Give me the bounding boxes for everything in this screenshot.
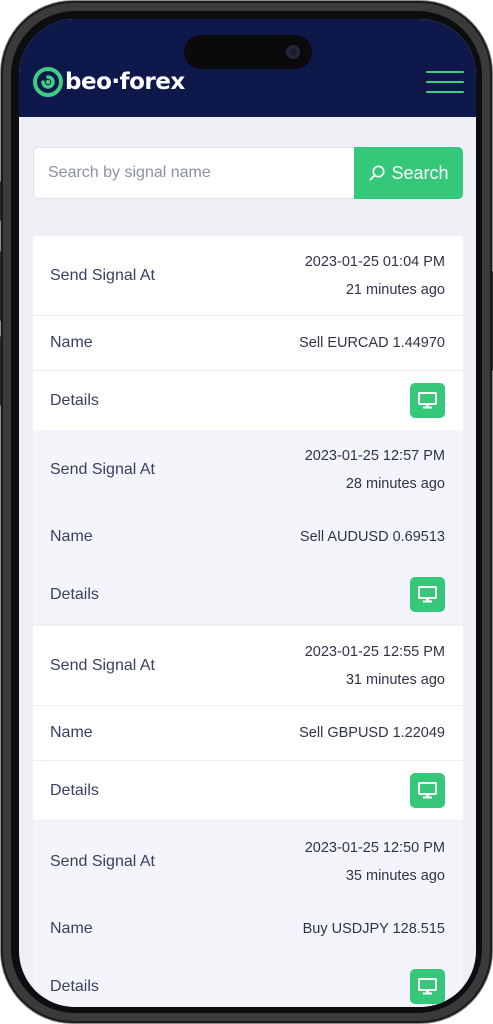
send-signal-row: Send Signal At 2023-01-25 12:50 PM 35 mi…: [33, 822, 463, 902]
send-signal-row: Send Signal At 2023-01-25 12:55 PM 31 mi…: [33, 626, 463, 706]
signal-datetime: 2023-01-25 01:04 PM: [304, 253, 445, 270]
signal-ago: 21 minutes ago: [345, 281, 445, 298]
details-row: Details: [33, 565, 463, 624]
phone-frame: beo·forex Search Send Sign: [0, 1, 493, 1023]
details-label: Details: [50, 391, 99, 409]
volume-up-button: [0, 251, 1, 321]
signal-name: Sell EURCAD 1.44970: [299, 335, 445, 351]
screen: beo·forex Search Send Sign: [19, 19, 476, 1007]
details-row: Details: [33, 371, 463, 430]
name-row: Name Buy USDJPY 128.515: [33, 902, 463, 957]
brand-name: beo·forex: [65, 69, 185, 95]
search-button-label: Search: [391, 162, 449, 183]
monitor-icon: [418, 782, 437, 799]
dynamic-island: [184, 35, 312, 69]
name-label: Name: [50, 334, 93, 351]
details-label: Details: [50, 977, 99, 995]
signal-datetime: 2023-01-25 12:55 PM: [304, 643, 445, 660]
send-signal-row: Send Signal At 2023-01-25 01:04 PM 21 mi…: [33, 236, 463, 316]
name-label: Name: [50, 724, 93, 741]
signal-time: 2023-01-25 12:55 PM 31 minutes ago: [305, 638, 445, 694]
monitor-icon: [418, 586, 437, 603]
details-row: Details: [33, 761, 463, 820]
details-row: Details: [33, 957, 463, 1007]
signal-card: Send Signal At 2023-01-25 12:55 PM 31 mi…: [33, 626, 463, 820]
search-icon: [370, 165, 386, 181]
view-details-button[interactable]: [410, 773, 445, 808]
send-signal-label: Send Signal At: [50, 460, 155, 478]
menu-icon[interactable]: [426, 71, 464, 93]
signal-ago: 31 minutes ago: [345, 671, 445, 688]
camera-icon: [286, 45, 300, 59]
signal-datetime: 2023-01-25 12:50 PM: [304, 839, 445, 856]
name-label: Name: [50, 528, 93, 545]
send-signal-label: Send Signal At: [50, 852, 155, 870]
send-signal-label: Send Signal At: [50, 266, 155, 284]
details-label: Details: [50, 585, 99, 603]
send-signal-row: Send Signal At 2023-01-25 12:57 PM 28 mi…: [33, 430, 463, 510]
search-bar: Search: [33, 147, 463, 199]
search-button[interactable]: Search: [354, 147, 463, 199]
signal-time: 2023-01-25 01:04 PM 21 minutes ago: [305, 248, 445, 304]
name-row: Name Sell GBPUSD 1.22049: [33, 706, 463, 761]
signal-time: 2023-01-25 12:57 PM 28 minutes ago: [305, 442, 445, 498]
volume-down-button: [0, 336, 1, 406]
name-row: Name Sell AUDUSD 0.69513: [33, 510, 463, 565]
signal-card: Send Signal At 2023-01-25 12:50 PM 35 mi…: [33, 822, 463, 1007]
signal-card: Send Signal At 2023-01-25 12:57 PM 28 mi…: [33, 430, 463, 624]
view-details-button[interactable]: [410, 577, 445, 612]
signal-time: 2023-01-25 12:50 PM 35 minutes ago: [305, 834, 445, 890]
send-signal-label: Send Signal At: [50, 656, 155, 674]
name-row: Name Sell EURCAD 1.44970: [33, 316, 463, 371]
details-label: Details: [50, 781, 99, 799]
signal-ago: 28 minutes ago: [345, 475, 445, 492]
signal-name: Sell GBPUSD 1.22049: [299, 725, 445, 741]
logo-icon: [33, 67, 63, 97]
view-details-button[interactable]: [410, 969, 445, 1004]
name-label: Name: [50, 920, 93, 937]
monitor-icon: [418, 392, 437, 409]
brand-logo[interactable]: beo·forex: [33, 67, 185, 97]
signal-card: Send Signal At 2023-01-25 01:04 PM 21 mi…: [33, 236, 463, 430]
signal-ago: 35 minutes ago: [345, 867, 445, 884]
monitor-icon: [418, 978, 437, 995]
view-details-button[interactable]: [410, 383, 445, 418]
signal-datetime: 2023-01-25 12:57 PM: [304, 447, 445, 464]
mute-switch: [0, 181, 1, 221]
signal-name: Sell AUDUSD 0.69513: [299, 529, 445, 545]
search-input[interactable]: [33, 147, 355, 199]
signal-name: Buy USDJPY 128.515: [302, 921, 445, 937]
